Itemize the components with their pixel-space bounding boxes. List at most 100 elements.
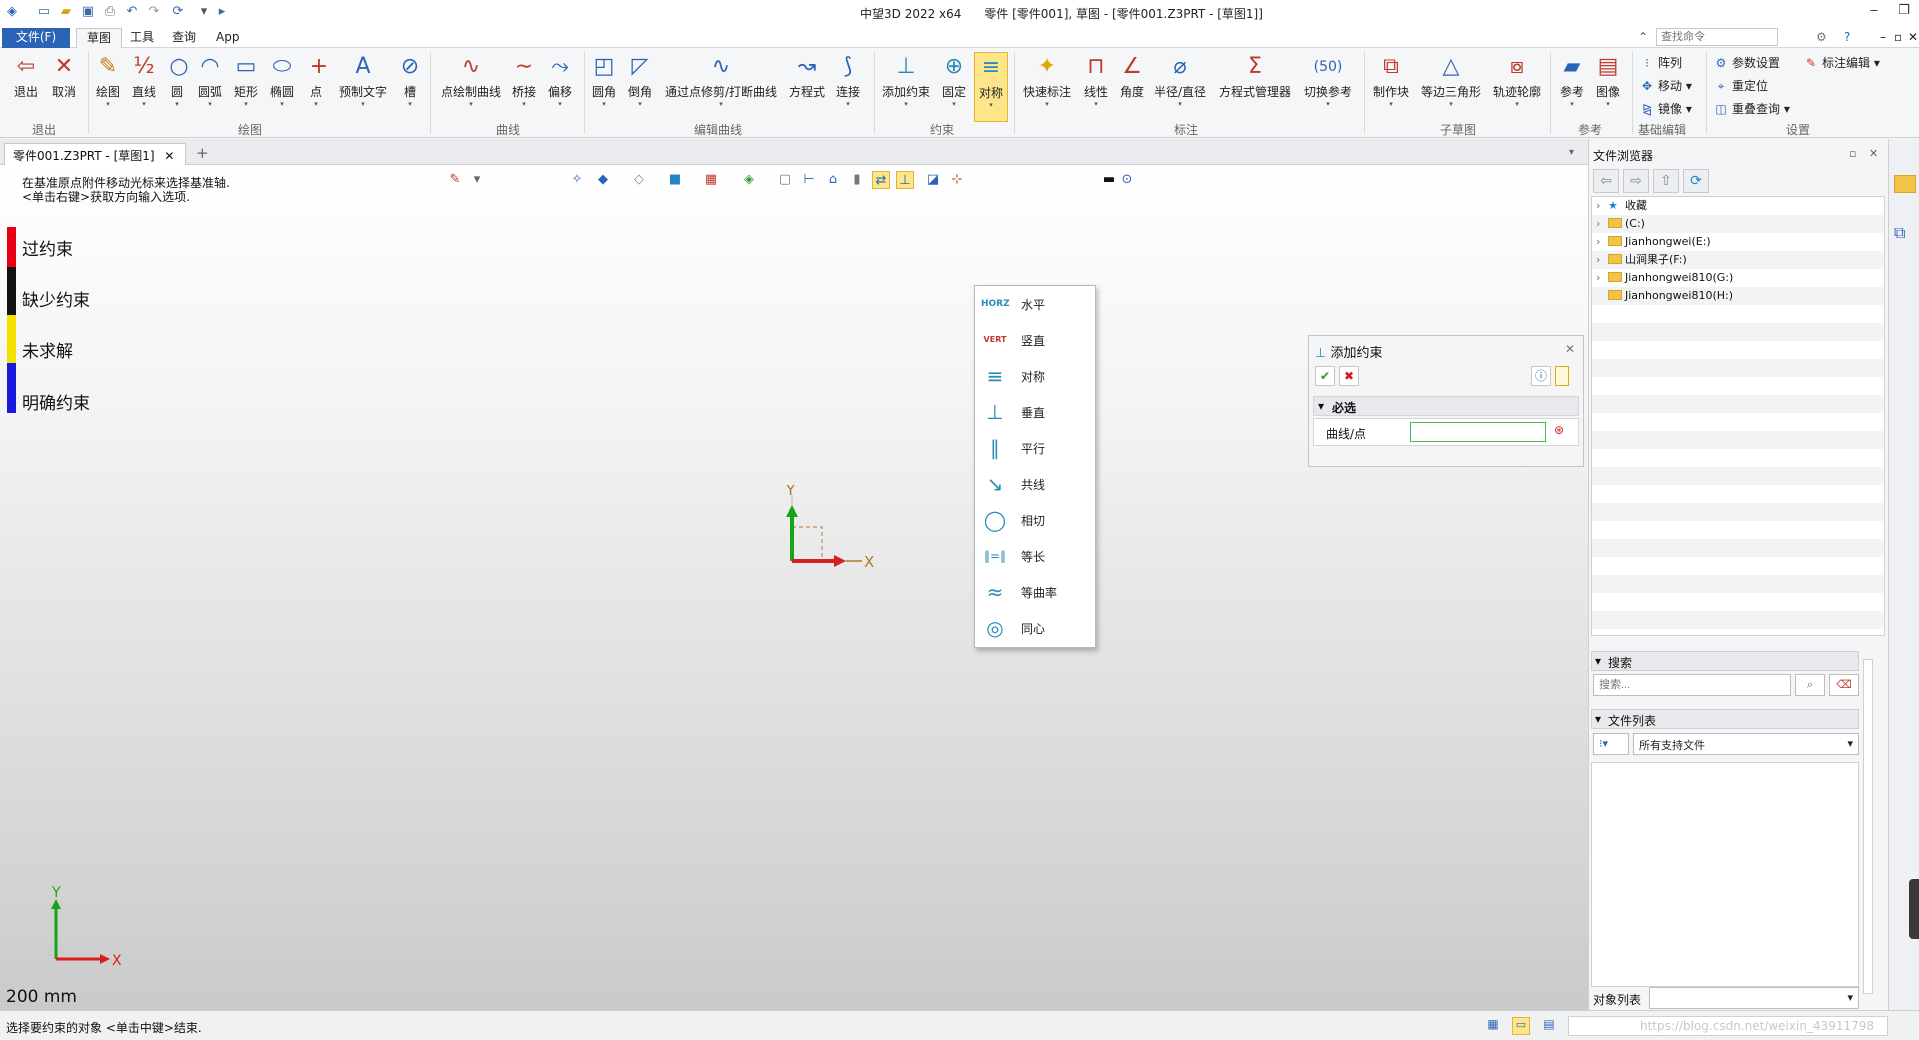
search-icon[interactable]: ⌕ [1795,674,1825,696]
panel-close-icon[interactable]: ✕ [1565,342,1575,356]
add-constraint-button[interactable]: ⊥ 添加约束 ▾ [880,52,932,108]
menu-item-perpendicular[interactable]: ⊥ 垂直 [975,394,1095,430]
show-dimensions-icon[interactable]: ⊥ [896,171,914,189]
up-folder-button[interactable]: ⇧ [1653,169,1679,193]
draw-button[interactable]: ✎ 绘图 ▾ [92,52,124,108]
target-icon[interactable]: ⊙ [1118,171,1136,189]
connect-button[interactable]: ⟆ 连接 ▾ [832,52,864,108]
file-menu[interactable]: 文件(F) [2,28,70,48]
render-mode-icon[interactable]: ◈ [740,171,758,189]
constraint-toggle-icon[interactable]: ⌂ [824,171,842,189]
tree-item-drive[interactable]: › (C:) [1596,215,1645,233]
grid-icon[interactable]: ▦ [702,171,720,189]
line-button[interactable]: ½ 直线 ▾ [128,52,160,108]
clear-search-icon[interactable]: ⌫ [1829,674,1859,696]
file-search-input[interactable] [1593,674,1791,696]
menu-item-equal-curvature[interactable]: ≈ 等曲率 [975,574,1095,610]
play-icon[interactable]: ▸ [214,4,230,20]
scrollbar[interactable] [1863,659,1873,994]
tree-item-drive[interactable]: Jianhongwei810(H:) [1596,287,1733,305]
expand-handle[interactable] [1909,879,1919,939]
line-style-icon[interactable]: ▬ [1100,171,1118,189]
object-list-select[interactable]: ▾ [1649,987,1859,1009]
curve-point-input[interactable] [1410,422,1546,442]
snap-icon[interactable]: ⊹ [948,171,966,189]
tab-sketch[interactable]: 草图 [76,28,123,48]
minimize-button[interactable]: ‒ [1859,0,1889,22]
tab-app[interactable]: App [206,28,249,48]
ellipse-button[interactable]: ⬭ 椭圆 ▾ [266,52,298,108]
document-tab[interactable]: 零件001.Z3PRT - [草图1] ✕ [4,143,186,165]
menu-item-tangent[interactable]: ◯ 相切 [975,502,1095,538]
settings-gear-icon[interactable]: ⚙ [1806,28,1837,48]
point-button[interactable]: + 点 ▾ [304,52,328,108]
print-icon[interactable]: ⎙ [102,4,118,20]
save-icon[interactable]: ▣ [80,4,96,20]
rectangle-button[interactable]: ▭ 矩形 ▾ [230,52,262,108]
equation-manager-button[interactable]: Σ 方程式管理器 [1216,52,1294,100]
menu-item-horizontal[interactable]: HORZ 水平 [975,286,1095,322]
close-tab-icon[interactable]: ✕ [164,149,174,163]
trace-profile-button[interactable]: ⧇ 轨迹轮廓 ▾ [1490,52,1544,108]
preset-text-button[interactable]: A 预制文字 ▾ [336,52,390,108]
menu-item-parallel[interactable]: ∥ 平行 [975,430,1095,466]
point-curve-button[interactable]: ∿ 点绘制曲线 ▾ [436,52,506,108]
new-file-icon[interactable]: ▭ [36,4,52,20]
tree-item-drive[interactable]: › Jianhongwei810(G:) [1596,269,1733,287]
symmetric-button[interactable]: ≡ 对称 ▾ [974,52,1008,122]
undo-icon[interactable]: ↶ [124,4,140,20]
search-section-header[interactable]: ▾ 搜索 [1591,651,1859,671]
fillet-button[interactable]: ◰ 圆角 ▾ [588,52,620,108]
refresh-icon[interactable]: ⟳ [170,4,186,20]
fit-view-icon[interactable]: ▢ [776,171,794,189]
menu-item-equal-length[interactable]: ‖=‖ 等长 [975,538,1095,574]
wireframe-view-icon[interactable]: ◇ [630,171,648,189]
folder-icon[interactable] [1894,175,1916,193]
show-constraints-icon[interactable]: ⇄ [872,171,890,189]
view-mode-icon[interactable]: ⁝▾ [1593,733,1629,755]
confirm-button[interactable]: ✔ [1315,366,1335,386]
filter-icon[interactable]: ▾ [468,171,486,189]
chamfer-button[interactable]: ◸ 倒角 ▾ [624,52,656,108]
cancel-panel-button[interactable]: ✖ [1339,366,1359,386]
puzzle-icon[interactable]: ⧉ [1894,223,1916,243]
restore-button[interactable]: ❐ [1889,0,1919,22]
new-tab-icon[interactable]: + [196,144,209,162]
command-search-input[interactable] [1656,28,1778,46]
customize-dropdown-icon[interactable]: ▾ [196,4,212,20]
circle-button[interactable]: ○ 圆 ▾ [164,52,190,108]
bridge-button[interactable]: ∼ 桥接 ▾ [508,52,540,108]
param-settings-button[interactable]: ⚙ 参数设置 [1714,54,1780,71]
make-block-button[interactable]: ⧉ 制作块 ▾ [1370,52,1412,108]
tab-tools[interactable]: 工具 [120,28,164,48]
doc-close-button[interactable]: ✕ [1898,28,1919,48]
dimension-edit-button[interactable]: ✎ 标注编辑 ▾ [1804,54,1880,71]
arc-button[interactable]: ◠ 圆弧 ▾ [194,52,226,108]
refresh-button[interactable]: ⟳ [1683,169,1709,193]
fix-button[interactable]: ⊕ 固定 ▾ [938,52,970,108]
reference-button[interactable]: ▰ 参考 ▾ [1556,52,1588,108]
info-icon[interactable]: ⓘ [1531,366,1551,386]
shaded-view-icon[interactable]: ◆ [594,171,612,189]
mirror-button[interactable]: ⧎ 镜像 ▾ [1640,100,1692,117]
sketch-viewport[interactable]: 在基准原点附件移动光标来选择基准轴. <单击右键>获取方向输入选项. 过约束 缺… [0,165,1588,1010]
file-list[interactable] [1591,762,1859,987]
layout-icon[interactable]: ▦ [1484,1017,1502,1035]
slot-button[interactable]: ⊘ 槽 ▾ [394,52,426,108]
screen-icon[interactable]: ▭ [1512,1017,1530,1035]
move-button[interactable]: ✥ 移动 ▾ [1640,77,1692,94]
reposition-button[interactable]: ⌖ 重定位 [1714,77,1768,94]
offset-button[interactable]: ⤳ 偏移 ▾ [544,52,576,108]
panel-pin-icon[interactable]: ▫ [1849,147,1856,160]
quick-dimension-button[interactable]: ✦ 快速标注 ▾ [1020,52,1074,108]
redo-icon[interactable]: ↷ [146,4,162,20]
menu-item-concentric[interactable]: ◎ 同心 [975,610,1095,646]
view-cube-icon[interactable]: ■ [666,171,684,189]
lock-view-icon[interactable]: ▮ [848,171,866,189]
window-icon[interactable]: ▤ [1540,1017,1558,1035]
tree-item-drive[interactable]: › 山涧果子(F:) [1596,251,1687,269]
panel-close-icon[interactable]: ✕ [1869,147,1878,160]
radius-dimension-button[interactable]: ⌀ 半径/直径 ▾ [1152,52,1208,108]
toggle-reference-button[interactable]: (50) 切换参考 ▾ [1300,52,1356,108]
ribbon-collapse-icon[interactable]: ⌃ [1628,28,1658,48]
